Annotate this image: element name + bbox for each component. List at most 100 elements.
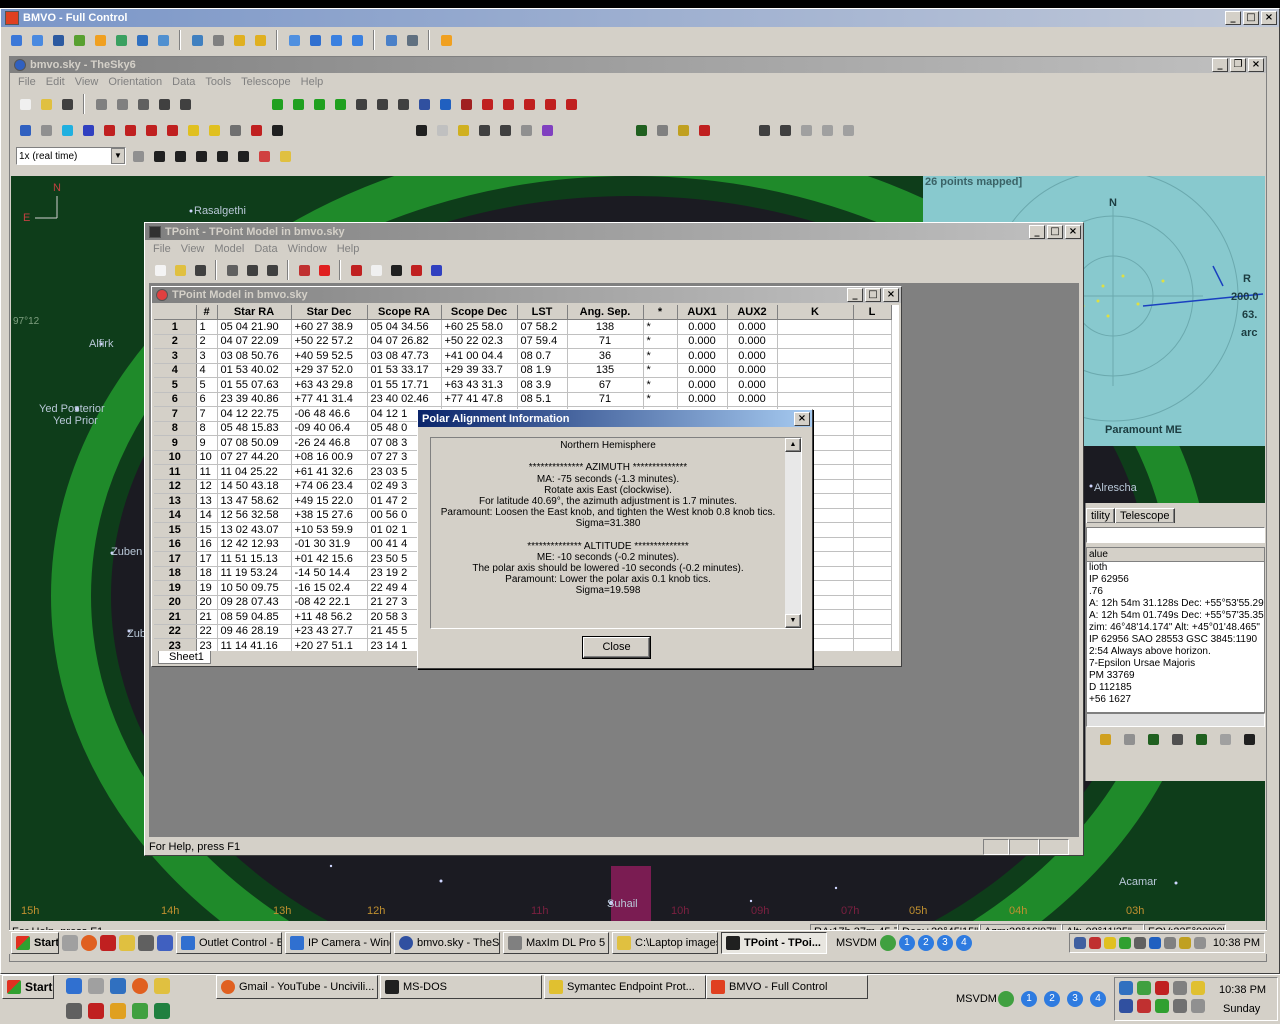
table-cell[interactable]: 16: [196, 537, 218, 552]
print-icon[interactable]: [134, 95, 152, 113]
south-icon[interactable]: [520, 95, 538, 113]
msvdm-icon[interactable]: [879, 934, 896, 951]
minimize-button[interactable]: _: [847, 288, 863, 302]
row-header[interactable]: 19: [154, 580, 197, 596]
table-cell[interactable]: -08 42 22.1: [291, 595, 368, 610]
menu-edit[interactable]: Edit: [46, 76, 65, 88]
arrow-up-icon[interactable]: [268, 95, 286, 113]
arrow-down-icon[interactable]: [289, 95, 307, 113]
table-cell[interactable]: 10 50 09.75: [217, 580, 292, 596]
table-cell[interactable]: 23: [196, 638, 218, 651]
north-icon[interactable]: [478, 95, 496, 113]
column-header[interactable]: *: [643, 305, 678, 320]
table-cell[interactable]: [853, 406, 892, 422]
window-icon[interactable]: [285, 31, 303, 49]
table-cell[interactable]: [777, 334, 854, 349]
table-cell[interactable]: 01 53 33.17: [367, 363, 442, 378]
table-cell[interactable]: 11 19 53.24: [217, 566, 292, 581]
table-cell[interactable]: [853, 508, 892, 523]
table-cell[interactable]: 6: [196, 392, 218, 407]
remote-start-button[interactable]: Start: [11, 931, 59, 954]
chart-icon[interactable]: [184, 121, 202, 139]
table-cell[interactable]: 0.000: [727, 392, 778, 407]
table-cell[interactable]: [777, 348, 854, 364]
table-cell[interactable]: *: [643, 334, 678, 349]
column-header[interactable]: #: [196, 305, 218, 320]
table-cell[interactable]: +08 16 00.9: [291, 450, 368, 465]
restore-button[interactable]: ❐: [1230, 58, 1246, 72]
column-header[interactable]: AUX1: [677, 305, 728, 320]
table-cell[interactable]: *: [643, 348, 678, 364]
row-header[interactable]: 2: [154, 334, 197, 349]
close-button[interactable]: ×: [883, 288, 899, 302]
telescope-icon[interactable]: [632, 121, 650, 139]
horizon-icon[interactable]: [415, 95, 433, 113]
table-cell[interactable]: 12: [196, 479, 218, 494]
row-header[interactable]: 8: [154, 421, 197, 436]
table-cell[interactable]: 07 59.4: [517, 334, 568, 349]
table-cell[interactable]: +50 22 57.2: [291, 334, 368, 349]
quicklaunch-icon[interactable]: [88, 978, 104, 994]
quicklaunch-icon[interactable]: [138, 934, 154, 951]
row-header[interactable]: 3: [154, 348, 197, 364]
orbit-icon[interactable]: [37, 121, 55, 139]
telescope-4-icon[interactable]: [695, 121, 713, 139]
scope-tool-icon[interactable]: [1144, 730, 1162, 748]
table-cell[interactable]: 0.000: [727, 319, 778, 335]
table-cell[interactable]: 0.000: [727, 348, 778, 364]
zenith-icon[interactable]: [562, 95, 580, 113]
table-row[interactable]: 4 4 01 53 40.02 +29 37 52.0 01 53 33.17 +29 3…: [154, 363, 892, 378]
table-cell[interactable]: 135: [567, 363, 644, 378]
galaxy-icon[interactable]: [79, 121, 97, 139]
table-row[interactable]: 2 2 04 07 22.09 +50 22 57.2 04 07 26.82 +50 2…: [154, 334, 892, 349]
table-cell[interactable]: 36: [567, 348, 644, 364]
network-icon[interactable]: [112, 31, 130, 49]
table-cell[interactable]: 04 07 22.09: [217, 334, 292, 349]
menu-view[interactable]: View: [75, 76, 99, 88]
desktop-2-button[interactable]: 2: [1044, 991, 1060, 1007]
table-cell[interactable]: 23 39 40.86: [217, 392, 292, 407]
sun-icon[interactable]: [226, 121, 244, 139]
table-cell[interactable]: 07 58.2: [517, 319, 568, 335]
stop-icon[interactable]: [192, 147, 210, 165]
vector-icon[interactable]: [407, 261, 425, 279]
table-cell[interactable]: -14 50 14.4: [291, 566, 368, 581]
user-icon[interactable]: [188, 31, 206, 49]
table-cell[interactable]: +60 27 38.9: [291, 319, 368, 335]
table-cell[interactable]: [853, 421, 892, 436]
table-cell[interactable]: +38 15 27.6: [291, 508, 368, 523]
alert-icon[interactable]: [315, 261, 333, 279]
table-cell[interactable]: 19: [196, 580, 218, 596]
tray-icon[interactable]: [1163, 936, 1176, 949]
table-cell[interactable]: [777, 392, 854, 407]
info-icon[interactable]: [16, 121, 34, 139]
table-cell[interactable]: +63 43 29.8: [291, 377, 368, 393]
table-cell[interactable]: [853, 566, 892, 581]
scale-icon[interactable]: [348, 31, 366, 49]
desktop-3-button[interactable]: 3: [936, 934, 953, 951]
table-cell[interactable]: -26 24 46.8: [291, 435, 368, 451]
local-start-button[interactable]: Start: [2, 975, 54, 999]
table-cell[interactable]: 15: [196, 522, 218, 538]
target-icon[interactable]: [454, 121, 472, 139]
close-button[interactable]: ×: [794, 411, 810, 426]
quicklaunch-icon[interactable]: [66, 1003, 82, 1019]
table-cell[interactable]: 0.000: [727, 363, 778, 378]
remote-task-folder[interactable]: C:\Laptop images...: [612, 931, 718, 954]
bmvo-titlebar[interactable]: BMVO - Full Control _ □ ×: [1, 9, 1279, 27]
undo-icon[interactable]: [255, 147, 273, 165]
scroll-down-arrow-icon[interactable]: ▼: [785, 614, 801, 628]
table-cell[interactable]: 08 5.1: [517, 392, 568, 407]
tray-network-icon[interactable]: [1073, 936, 1086, 949]
polar-dialog-titlebar[interactable]: Polar Alignment Information ×: [418, 410, 812, 427]
column-header[interactable]: Ang. Sep.: [567, 305, 644, 320]
menu-model[interactable]: Model: [214, 243, 244, 255]
help-icon[interactable]: [243, 261, 261, 279]
table-cell[interactable]: 08 59 04.85: [217, 609, 292, 625]
local-task-bmvo[interactable]: BMVO - Full Control: [706, 975, 868, 999]
row-header[interactable]: 15: [154, 522, 197, 538]
column-header[interactable]: Star Dec: [291, 305, 368, 320]
row-header[interactable]: 18: [154, 566, 197, 581]
menu-view[interactable]: View: [181, 243, 205, 255]
tray-icon[interactable]: [1178, 936, 1191, 949]
